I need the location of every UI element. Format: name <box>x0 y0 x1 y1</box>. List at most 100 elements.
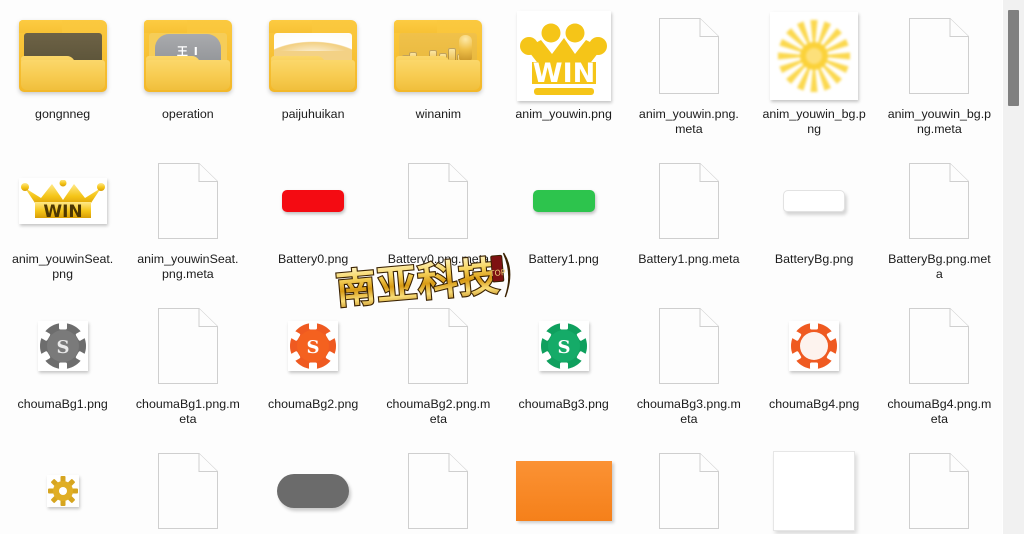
file-thumbnail: WIN <box>15 153 111 249</box>
file-grid-item[interactable]: choumaBg3.png.meta <box>626 290 751 435</box>
file-grid-item[interactable] <box>0 435 125 534</box>
file-icon <box>909 18 970 94</box>
file-name-label: Battery0.png <box>277 252 349 266</box>
file-thumbnail: S <box>265 298 361 394</box>
file-grid-item[interactable]: paijuhuikan <box>251 0 376 145</box>
svg-text:WIN: WIN <box>532 58 594 89</box>
file-icon <box>658 18 719 94</box>
file-grid-item[interactable]: WIN anim_youwinSeat.png <box>0 145 125 290</box>
file-thumbnail <box>766 153 862 249</box>
file-thumbnail <box>390 8 486 104</box>
battery-level-icon <box>532 190 595 212</box>
file-icon <box>909 308 970 384</box>
png-thumbnail <box>770 12 859 100</box>
file-thumbnail <box>766 8 862 104</box>
file-thumbnail <box>140 298 236 394</box>
scrollbar-thumb[interactable] <box>1008 10 1019 106</box>
file-grid-item[interactable]: BatteryBg.png.meta <box>877 145 1002 290</box>
file-grid-item[interactable]: 王 I operation <box>125 0 250 145</box>
file-thumbnail <box>766 298 862 394</box>
file-thumbnail <box>265 443 361 534</box>
file-icon <box>909 163 970 239</box>
file-thumbnail <box>891 153 987 249</box>
file-icon <box>157 163 218 239</box>
png-thumbnail: S <box>538 321 589 371</box>
file-browser-pane[interactable]: gongnneg 王 I operation paijuhuikan winanim WI… <box>0 0 1002 534</box>
file-thumbnail <box>390 298 486 394</box>
file-thumbnail <box>641 153 737 249</box>
file-thumbnail <box>516 153 612 249</box>
file-thumbnail <box>515 443 612 534</box>
file-icon <box>408 308 469 384</box>
folder-icon <box>269 20 358 92</box>
png-thumbnail <box>789 321 840 371</box>
file-grid-item[interactable]: Battery1.png <box>501 145 626 290</box>
file-grid-item[interactable]: winanim <box>376 0 501 145</box>
file-thumbnail <box>891 298 987 394</box>
file-name-label: choumaBg3.png.meta <box>636 397 741 426</box>
file-grid-item[interactable]: anim_youwin_bg.png <box>752 0 877 145</box>
file-thumbnail <box>265 8 361 104</box>
file-thumbnail <box>140 153 236 249</box>
file-grid-item[interactable]: SchoumaBg1.png <box>0 290 125 435</box>
svg-text:S: S <box>56 337 69 358</box>
file-icon <box>658 163 719 239</box>
file-thumbnail <box>140 443 236 534</box>
file-grid-item[interactable]: SchoumaBg3.png <box>501 290 626 435</box>
file-name-label: BatteryBg.png <box>774 252 854 266</box>
file-grid-item[interactable]: gongnneg <box>0 0 125 145</box>
file-thumbnail <box>641 298 737 394</box>
file-name-label: anim_youwin.png <box>515 107 612 121</box>
file-grid-item[interactable] <box>251 435 376 534</box>
file-grid-item[interactable] <box>877 435 1002 534</box>
file-grid-item[interactable]: anim_youwin_bg.png.meta <box>877 0 1002 145</box>
file-grid-item[interactable]: Battery1.png.meta <box>626 145 751 290</box>
file-grid-item[interactable]: choumaBg4.png <box>752 290 877 435</box>
file-name-label: anim_youwinSeat.png.meta <box>137 252 239 281</box>
folder-icon <box>394 20 483 92</box>
file-grid-item[interactable]: anim_youwin.png.meta <box>626 0 751 145</box>
file-name-label: choumaBg1.png.meta <box>135 397 240 426</box>
file-name-label: choumaBg1.png <box>17 397 108 411</box>
file-grid-item[interactable]: BatteryBg.png <box>752 145 877 290</box>
poker-chip-icon: S <box>39 322 86 370</box>
png-thumbnail: S <box>37 321 88 371</box>
file-name-label: Battery0.png.meta <box>387 252 489 266</box>
orange-block-icon <box>515 461 612 521</box>
file-grid-item[interactable] <box>376 435 501 534</box>
file-grid-item[interactable]: anim_youwinSeat.png.meta <box>125 145 250 290</box>
file-name-label: anim_youwin_bg.png.meta <box>887 107 992 136</box>
png-thumbnail: S <box>288 321 339 371</box>
file-grid-item[interactable] <box>752 435 877 534</box>
file-grid: gongnneg 王 I operation paijuhuikan winanim WI… <box>0 0 1002 534</box>
file-grid-item[interactable] <box>626 435 751 534</box>
file-thumbnail <box>390 443 486 534</box>
svg-text:S: S <box>307 337 320 358</box>
vertical-scrollbar[interactable] <box>1002 0 1024 534</box>
white-square-icon <box>773 451 856 531</box>
file-thumbnail <box>390 153 486 249</box>
file-name-label: anim_youwin_bg.png <box>762 107 866 136</box>
file-name-label: winanim <box>415 107 462 121</box>
file-grid-item[interactable] <box>125 435 250 534</box>
file-grid-item[interactable]: WIN anim_youwin.png <box>501 0 626 145</box>
file-thumbnail: WIN <box>516 8 612 104</box>
file-name-label: paijuhuikan <box>281 107 345 121</box>
sunburst-icon <box>778 20 851 92</box>
file-grid-item[interactable]: SchoumaBg2.png <box>251 290 376 435</box>
file-grid-item[interactable]: Battery0.png.meta <box>376 145 501 290</box>
file-name-label: operation <box>162 107 214 121</box>
window-right-edge <box>1002 0 1003 534</box>
file-grid-item[interactable]: choumaBg1.png.meta <box>125 290 250 435</box>
file-grid-item[interactable]: choumaBg2.png.meta <box>376 290 501 435</box>
file-name-label: anim_youwinSeat.png <box>12 252 114 281</box>
file-thumbnail <box>265 153 361 249</box>
file-grid-item[interactable]: Battery0.png <box>251 145 376 290</box>
pill-shape-icon <box>277 474 350 508</box>
file-grid-item[interactable]: choumaBg4.png.meta <box>877 290 1002 435</box>
file-thumbnail <box>641 443 737 534</box>
file-grid-item[interactable] <box>501 435 626 534</box>
file-name-label: Battery1.png.meta <box>638 252 740 266</box>
file-name-label: Battery1.png <box>528 252 599 266</box>
folder-icon <box>18 20 107 92</box>
